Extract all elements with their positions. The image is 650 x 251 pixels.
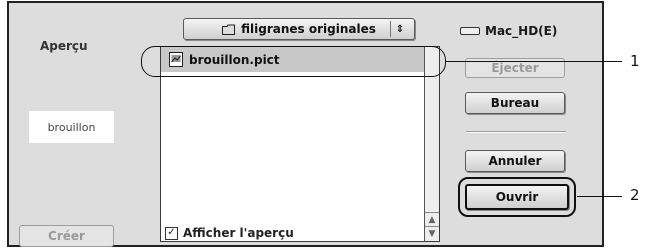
scroll-up-arrow-icon[interactable]: ▲ <box>425 212 439 227</box>
folder-popup-label: filigranes originales <box>241 22 376 36</box>
callout-number-2: 2 <box>630 186 640 204</box>
popup-arrows-icon: ⇕ <box>390 21 409 37</box>
callout-number-1: 1 <box>630 52 640 70</box>
button-divider <box>466 131 566 133</box>
cancel-button[interactable]: Annuler <box>465 150 565 172</box>
folder-icon <box>222 24 236 35</box>
show-preview-label: Afficher l'aperçu <box>183 226 294 240</box>
callout-ring-file <box>141 46 446 77</box>
scroll-down-arrow-icon[interactable]: ▼ <box>425 226 439 241</box>
hard-disk-icon <box>460 27 480 35</box>
show-preview-checkbox[interactable]: ✓ Afficher l'aperçu <box>165 226 294 240</box>
checkbox-checked-icon[interactable]: ✓ <box>165 226 178 240</box>
create-preview-button[interactable]: Créer <box>19 225 114 247</box>
callout-leader-line-1 <box>446 61 622 62</box>
disk-name: Mac_HD(E) <box>485 24 558 38</box>
preview-thumbnail: brouillon <box>29 111 114 143</box>
preview-title: Aperçu <box>40 39 88 53</box>
preview-thumbnail-text: brouillon <box>47 120 96 134</box>
open-button[interactable]: Ouvrir <box>465 184 569 210</box>
desktop-button[interactable]: Bureau <box>465 92 565 114</box>
folder-popup-menu[interactable]: filigranes originales ⇕ <box>183 18 415 40</box>
disk-indicator: Mac_HD(E) <box>460 24 557 38</box>
callout-leader-line-2 <box>577 196 622 197</box>
